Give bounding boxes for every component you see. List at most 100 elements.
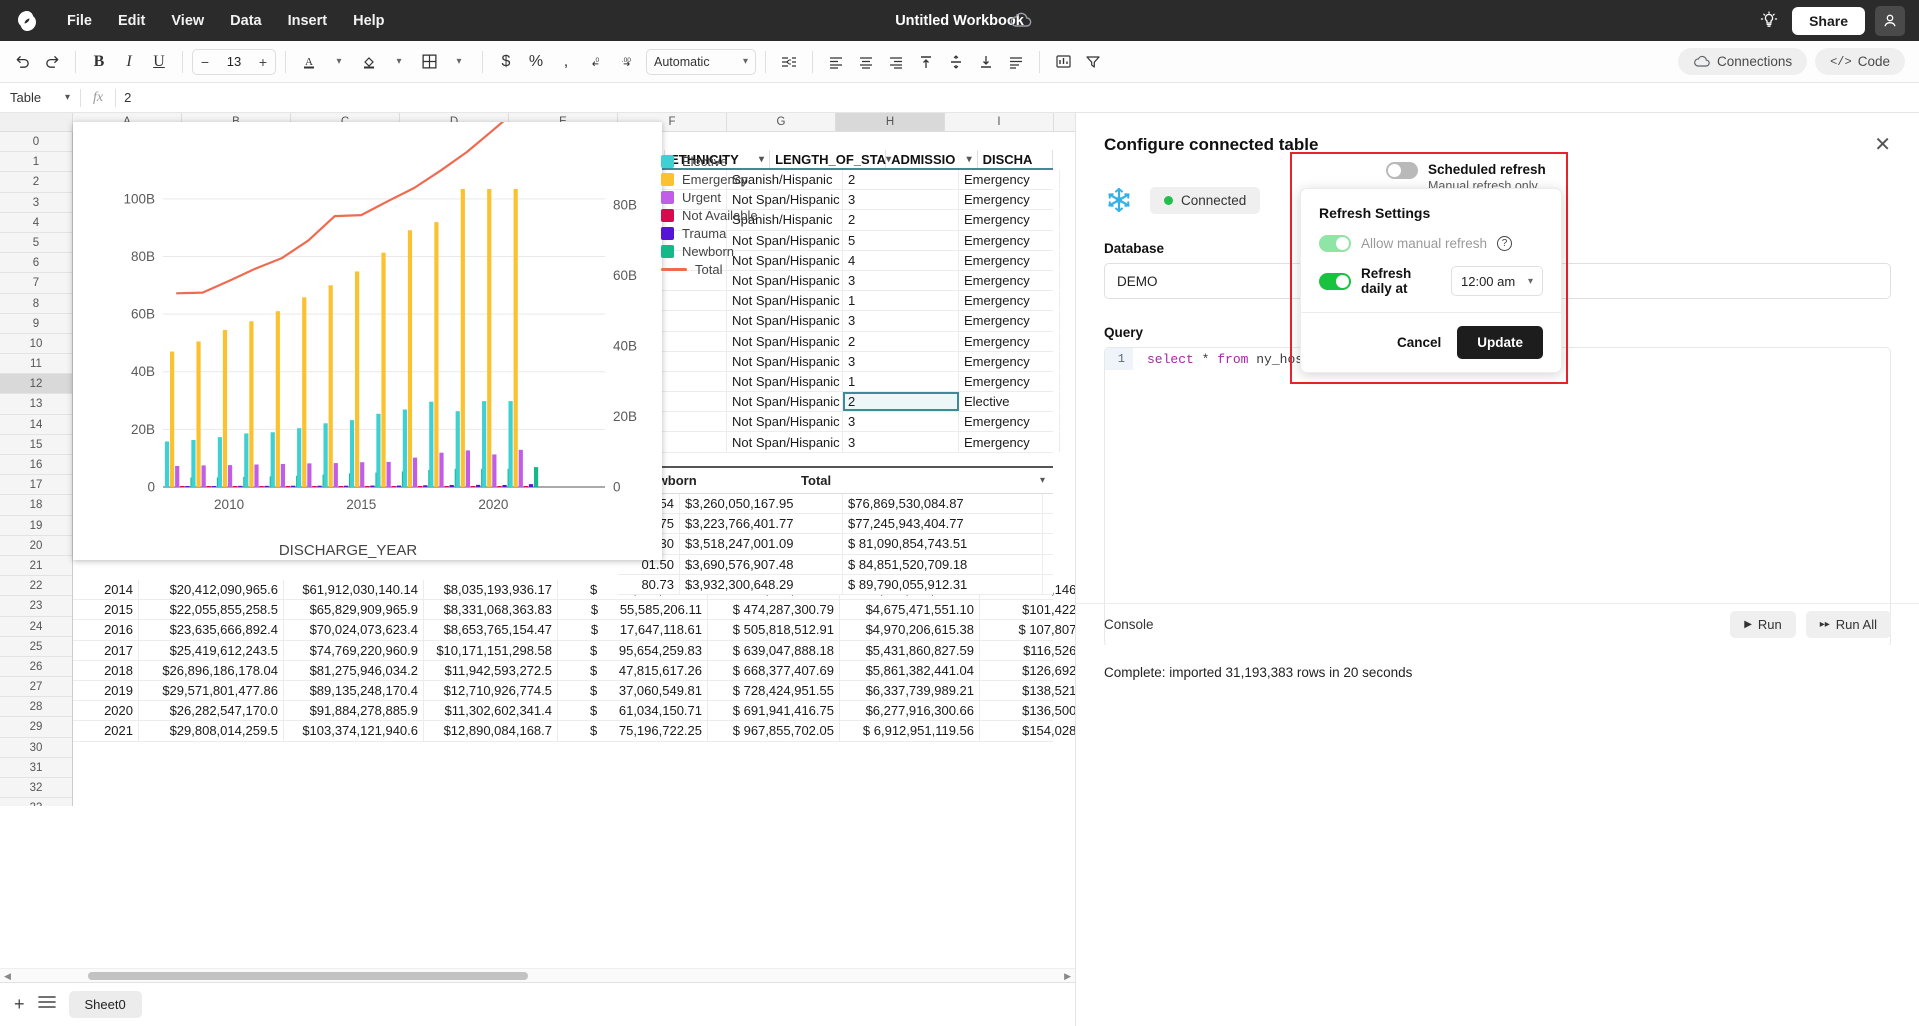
row-header-4[interactable]: 4 — [0, 213, 72, 233]
table-cell[interactable]: $138,521,201,913.44 — [980, 681, 1075, 700]
table-row[interactable]: 2017$25,419,612,243.5$74,769,220,960.9$1… — [73, 641, 1053, 661]
table-cell[interactable]: Emergency — [959, 311, 1060, 330]
table-cell[interactable]: Emergency — [959, 412, 1060, 431]
run-button[interactable]: ▶ Run — [1730, 611, 1796, 638]
fill-color-icon[interactable] — [355, 48, 383, 76]
table-cell[interactable]: $ 95,654,259.83 — [558, 641, 708, 660]
table-cell[interactable] — [1060, 412, 1075, 431]
legend-item-elective[interactable]: Elective — [661, 152, 781, 170]
table-cell[interactable]: $5,861,382,441.04 — [840, 661, 980, 680]
borders-icon[interactable] — [415, 48, 443, 76]
row-header-2[interactable]: 2 — [0, 172, 72, 192]
bold-icon[interactable]: B — [85, 48, 113, 76]
table-cell[interactable]: Not Span/Hispanic — [727, 412, 843, 431]
table-cell[interactable]: $116,526,547,474.65 — [980, 641, 1075, 660]
table-cell[interactable]: 2018 — [73, 661, 139, 680]
currency-format-icon[interactable]: $ — [492, 48, 520, 76]
table-cell[interactable]: Not Span/Hispanic — [727, 311, 843, 330]
table-cell[interactable]: $3,223,766,401.77 — [680, 514, 843, 533]
chevron-down-icon[interactable]: ▾ — [967, 154, 972, 165]
table-row[interactable]: 2018$26,896,186,178.04$81,275,946,034.2 $… — [73, 661, 1053, 681]
table-cell[interactable] — [1060, 170, 1075, 189]
increase-decimal-icon[interactable]: .00 — [612, 48, 640, 76]
table-cell[interactable]: $ 107,807,177,917.20 — [980, 620, 1075, 639]
table-cell[interactable]: Emergency — [959, 352, 1060, 371]
text-color-icon[interactable]: A — [295, 48, 323, 76]
table-cell[interactable]: 1 — [843, 291, 959, 310]
font-size-decrease[interactable]: − — [193, 54, 217, 70]
aggregate-rows[interactable]: 2014$20,412,090,965.6$61,912,030,140.14$… — [73, 580, 1053, 742]
table-cell[interactable]: $81,275,946,034.2 — [284, 661, 424, 680]
table-cell[interactable]: $77,245,943,404.77 — [843, 514, 1043, 533]
row-header-29[interactable]: 29 — [0, 717, 72, 737]
legend-item-newborn[interactable]: Newborn — [661, 242, 781, 260]
table-cell[interactable]: $26,282,547,170.0 — [139, 701, 284, 720]
menu-help[interactable]: Help — [340, 9, 397, 33]
table-cell[interactable]: Not Span/Hispanic — [727, 352, 843, 371]
connections-button[interactable]: Connections — [1678, 48, 1807, 75]
table-cell[interactable] — [1060, 231, 1075, 250]
table-cell[interactable]: $29,571,801,477.86 — [139, 681, 284, 700]
row-header-11[interactable]: 11 — [0, 354, 72, 374]
table-cell[interactable]: $101,422,177,646.30 — [980, 600, 1075, 619]
legend-item-not-available[interactable]: Not Available — [661, 206, 781, 224]
sheet-list-icon[interactable] — [37, 994, 57, 1015]
table-cell[interactable]: Not Span/Hispanic — [727, 332, 843, 351]
table-cell[interactable]: $8,035,193,936.17 — [424, 580, 558, 599]
code-button[interactable]: </> Code — [1815, 48, 1905, 75]
row-header-27[interactable]: 27 — [0, 677, 72, 697]
table-cell[interactable]: $23,635,666,892.4 — [139, 620, 284, 639]
table-cell[interactable]: Emergency — [959, 332, 1060, 351]
row-header-5[interactable]: 5 — [0, 233, 72, 253]
table-cell[interactable]: Emergency — [959, 372, 1060, 391]
row-header-19[interactable]: 19 — [0, 516, 72, 536]
redo-icon[interactable] — [38, 48, 66, 76]
column-header-J[interactable]: J — [1054, 113, 1075, 131]
table-cell[interactable]: $ 691,941,416.75 — [708, 701, 840, 720]
table-cell[interactable]: $126,692,300,950.83 — [980, 661, 1075, 680]
table-cell[interactable]: 5 — [843, 231, 959, 250]
table-cell[interactable]: $76,869,530,084.87 — [843, 494, 1043, 513]
chart-card[interactable]: 020B40B60B80B100B020B40B60B80B2010201520… — [73, 122, 662, 560]
align-middle-icon[interactable] — [942, 48, 970, 76]
font-size-stepper[interactable]: − 13 + — [192, 49, 276, 75]
sheet-tab-sheet0[interactable]: Sheet0 — [69, 991, 142, 1018]
table-cell[interactable]: 2016 — [73, 620, 139, 639]
table-cell[interactable]: $20,412,090,965.6 — [139, 580, 284, 599]
table-cell[interactable]: $ 81,090,854,743.51 — [843, 534, 1043, 553]
table-cell[interactable]: $26,896,186,178.04 — [139, 661, 284, 680]
row-header-1[interactable]: 1 — [0, 152, 72, 172]
query-editor[interactable]: 1 select * from ny_hospit — [1104, 347, 1891, 647]
row-header-10[interactable]: 10 — [0, 334, 72, 354]
table-cell[interactable] — [1060, 311, 1075, 330]
table-row[interactable]: 2021$29,808,014,259.5$103,374,121,940.6$… — [73, 721, 1053, 741]
row-header-23[interactable]: 23 — [0, 596, 72, 616]
row-header-17[interactable]: 17 — [0, 475, 72, 495]
font-size-increase[interactable]: + — [251, 54, 275, 70]
table-cell[interactable]: $6,337,739,989.21 — [840, 681, 980, 700]
menu-view[interactable]: View — [158, 9, 217, 33]
row-header-7[interactable]: 7 — [0, 273, 72, 293]
table-cell[interactable]: Emergency — [959, 432, 1060, 451]
column-header-G[interactable]: G — [727, 113, 836, 131]
table-cell[interactable]: $ 668,377,407.69 — [708, 661, 840, 680]
formula-input[interactable]: 2 — [116, 90, 131, 105]
table-cell[interactable]: $3,518,247,001.09 — [680, 534, 843, 553]
add-sheet-button[interactable]: + — [14, 994, 25, 1015]
table-cell[interactable] — [1060, 271, 1075, 290]
row-header-20[interactable]: 20 — [0, 536, 72, 556]
table-cell[interactable]: $ 61,034,150.71 — [558, 701, 708, 720]
table-cell[interactable]: 2021 — [73, 721, 139, 740]
refresh-daily-toggle[interactable] — [1319, 273, 1351, 290]
scheduled-refresh-toggle[interactable] — [1386, 162, 1418, 179]
help-icon[interactable]: ? — [1497, 236, 1512, 251]
table-cell[interactable]: $89,135,248,170.4 — [284, 681, 424, 700]
user-avatar-button[interactable] — [1875, 6, 1905, 36]
align-bottom-icon[interactable] — [972, 48, 1000, 76]
refresh-time-select[interactable]: 12:00 am ▾ — [1451, 266, 1543, 296]
table-cell[interactable] — [1060, 372, 1075, 391]
row-header-16[interactable]: 16 — [0, 455, 72, 475]
table-cell[interactable]: Not Span/Hispanic — [727, 392, 843, 411]
insert-chart-icon[interactable] — [1049, 48, 1077, 76]
align-right-icon[interactable] — [882, 48, 910, 76]
